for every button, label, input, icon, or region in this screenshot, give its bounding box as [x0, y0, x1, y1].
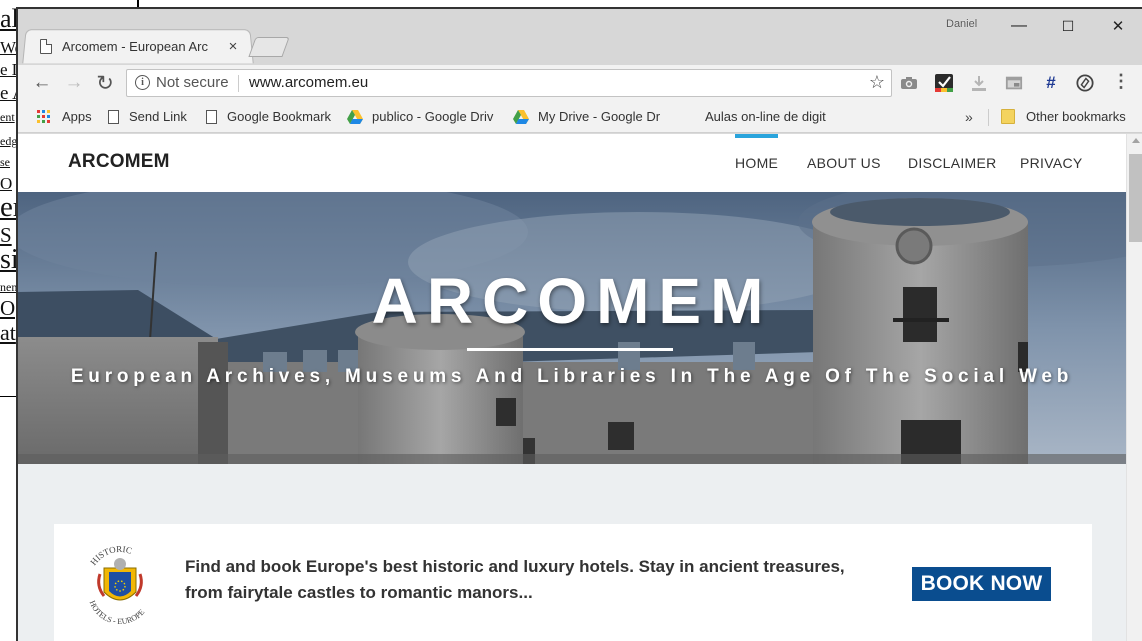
bookmark-google-bookmark[interactable]: Google Bookmark: [206, 109, 331, 124]
security-label[interactable]: Not secure: [156, 74, 229, 91]
forward-button[interactable]: →: [61, 70, 87, 96]
svg-text:HOTELS - EUROPE: HOTELS - EUROPE: [88, 599, 147, 626]
tab-title: Arcomem - European Arc: [62, 38, 208, 54]
nav-disclaimer[interactable]: DISCLAIMER: [908, 134, 997, 192]
maximize-button[interactable]: ☐: [1045, 13, 1091, 39]
bookmark-label: Send Link: [129, 109, 187, 124]
bookmark-my-drive[interactable]: My Drive - Google Dr: [513, 109, 665, 124]
bookmark-label: Aulas on-line de digit: [705, 109, 826, 124]
site-logo[interactable]: ARCOMEM: [68, 151, 170, 173]
bookmark-apps[interactable]: Apps: [37, 109, 92, 124]
scroll-up-arrow-icon[interactable]: [1132, 138, 1140, 143]
bookmark-label: Apps: [62, 109, 92, 124]
window-extension-icon[interactable]: [1005, 74, 1023, 92]
ad-line-2: from fairytale castles to romantic manor…: [185, 583, 533, 602]
bookmark-label: Google Bookmark: [227, 109, 332, 124]
url-text[interactable]: www.arcomem.eu: [249, 74, 368, 91]
page-icon: [108, 109, 119, 124]
other-bookmarks-label: Other bookmarks: [1026, 109, 1126, 124]
hero-banner: ARCOMEM European Archives, Museums And L…: [18, 192, 1126, 464]
back-button[interactable]: ←: [29, 70, 55, 96]
background-link[interactable]: edg: [0, 134, 17, 149]
bookmarks-overflow-button[interactable]: »: [965, 109, 973, 125]
hotel-advertisement[interactable]: HISTORIC HOTELS - EUROPE Find and book E…: [54, 524, 1092, 641]
book-now-button[interactable]: BOOK NOW: [912, 567, 1051, 601]
bookmarks-bar: Apps Send Link Google Bookmark publico -…: [18, 101, 1142, 133]
bookmark-publico-drive[interactable]: publico - Google Driv: [347, 109, 499, 124]
info-icon[interactable]: i: [135, 75, 150, 90]
browser-tab-content[interactable]: Arcomem - European Arc ×: [40, 34, 240, 58]
tab-close-icon[interactable]: ×: [226, 38, 240, 55]
bookmark-label: publico - Google Driv: [372, 109, 494, 124]
new-tab-button[interactable]: [248, 37, 290, 57]
apps-grid-icon: [37, 110, 50, 123]
hero-title: ARCOMEM: [371, 265, 773, 337]
task-extension-icon[interactable]: [935, 74, 953, 92]
nav-home[interactable]: HOME: [735, 134, 779, 192]
address-bar[interactable]: i Not secure www.arcomem.eu ☆: [126, 69, 892, 97]
background-link[interactable]: ent: [0, 110, 15, 125]
advertisement-text: Find and book Europe's best historic and…: [185, 554, 885, 606]
title-bar[interactable]: Arcomem - European Arc × Daniel — ☐ ✕: [18, 9, 1142, 67]
background-link[interactable]: at: [0, 320, 16, 346]
svg-text:HISTORIC: HISTORIC: [88, 544, 133, 567]
google-drive-icon: [347, 109, 363, 124]
page-scrollbar[interactable]: [1126, 134, 1142, 641]
ad-line-1: Find and book Europe's best historic and…: [185, 557, 845, 576]
close-window-button[interactable]: ✕: [1095, 13, 1141, 39]
bookmark-label: My Drive - Google Dr: [538, 109, 661, 124]
browser-window: Arcomem - European Arc × Daniel — ☐ ✕ ← …: [16, 7, 1142, 641]
reload-button[interactable]: ↻: [92, 70, 118, 96]
other-bookmarks[interactable]: Other bookmarks: [1001, 109, 1126, 124]
bookmarks-divider: [988, 109, 989, 126]
site-header: ARCOMEM HOME ABOUT US DISCLAIMER PRIVACY: [18, 134, 1126, 192]
hero-divider: [467, 348, 673, 351]
screen: al We e D e A ent edg se O er S sis nen …: [0, 0, 1142, 641]
background-link[interactable]: nen: [0, 280, 17, 295]
hero-subtitle: European Archives, Museums And Libraries…: [70, 366, 1074, 387]
camera-extension-icon[interactable]: [900, 74, 918, 92]
profile-name[interactable]: Daniel: [946, 18, 977, 30]
browser-toolbar: ← → ↻ i Not secure www.arcomem.eu ☆ # ⋮: [18, 65, 1142, 101]
web-page: ARCOMEM HOME ABOUT US DISCLAIMER PRIVACY: [18, 134, 1126, 641]
page-icon: [40, 38, 52, 54]
hashtag-extension-icon[interactable]: #: [1042, 73, 1060, 92]
bookmark-aulas-online[interactable]: Aulas on-line de digit: [705, 109, 833, 124]
download-extension-icon[interactable]: [970, 74, 988, 92]
seal-top-text: HISTORIC: [88, 544, 133, 567]
folder-icon: [1001, 109, 1015, 124]
minimize-button[interactable]: —: [996, 13, 1042, 39]
scroll-thumb[interactable]: [1129, 154, 1142, 242]
seal-bottom-text: HOTELS - EUROPE: [88, 599, 147, 626]
background-link[interactable]: se: [0, 155, 10, 170]
background-link[interactable]: O: [0, 296, 15, 321]
page-icon: [206, 109, 217, 124]
nav-privacy[interactable]: PRIVACY: [1020, 134, 1083, 192]
browser-menu-icon[interactable]: ⋮: [1112, 71, 1130, 92]
nav-about-us[interactable]: ABOUT US: [807, 134, 881, 192]
historic-hotels-seal: HISTORIC HOTELS - EUROPE: [88, 544, 147, 626]
address-divider: [238, 75, 239, 92]
google-drive-icon: [513, 109, 529, 124]
bookmark-star-icon[interactable]: ☆: [869, 72, 885, 93]
bookmark-send-link[interactable]: Send Link: [108, 109, 187, 124]
circle-extension-icon[interactable]: [1076, 74, 1094, 92]
